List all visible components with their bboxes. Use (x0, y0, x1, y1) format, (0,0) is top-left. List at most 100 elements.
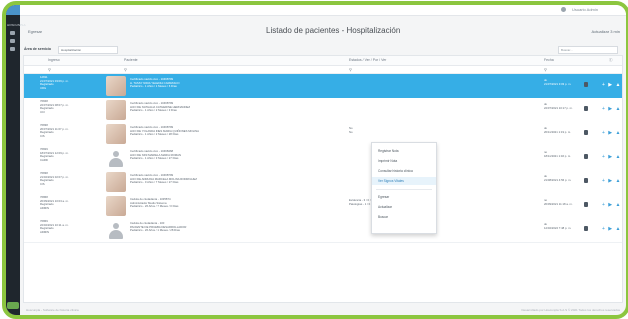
header-fecha[interactable]: Fecha (544, 58, 554, 62)
menu-icon[interactable] (10, 31, 15, 35)
cell-paciente: Cédula de ciudadanía - 1035874 Administra… (130, 197, 270, 209)
document-icon[interactable] (584, 106, 588, 111)
app-window: HOSCUNPLA Usuario Admin Egresar Listado … (2, 1, 628, 319)
filter-paciente-icon[interactable]: ⚲ (124, 67, 127, 72)
cell-ingreso: 76838 20/07/2021 11:07 p. m. Registrado CIS (40, 123, 82, 138)
ingreso-line: ADMIN (40, 205, 50, 210)
sidebar: HOSCUNPLA (6, 5, 26, 315)
context-menu-item[interactable]: Buscar (372, 213, 436, 221)
filter-estados-icon[interactable]: ⚲ (349, 67, 352, 72)
document-icon[interactable] (584, 178, 588, 183)
document-icon[interactable] (584, 202, 588, 207)
area-select[interactable]: Hospitalización (58, 46, 118, 54)
ingreso-line: URG (40, 85, 47, 90)
row-actions[interactable]: + ▶ ▲ (602, 154, 622, 160)
cell-fecha: ok 22/07/2021 10:17 p. m. (544, 102, 573, 110)
document-icon[interactable] (584, 82, 588, 87)
ingreso-line: UCI (40, 109, 45, 114)
paciente-line: Pediatrico - 26 Años / 7 Meses / 0 Días (130, 204, 179, 209)
cell-estados: No No (349, 126, 353, 134)
patient-avatar (106, 148, 126, 168)
cell-paciente: Certificado nacido vivo - 10468799 HIJO D… (130, 125, 270, 137)
folder-icon[interactable] (10, 47, 15, 51)
paciente-line: Pediatrico - 1 Años / 1 Meses / 6 Días (130, 84, 177, 89)
context-menu-item[interactable]: Registrar Nota (372, 147, 436, 155)
header-estados[interactable]: Estados / Ver / Por / Ver (349, 58, 386, 62)
logout-icon[interactable] (7, 302, 19, 309)
avatar-head (113, 151, 119, 157)
patients-icon[interactable] (10, 39, 15, 43)
page-title: Listado de pacientes - Hospitalización (266, 26, 401, 35)
cell-paciente: Certificado nacido vivo - 10468799 H. TAS… (130, 77, 270, 89)
footer-right: Desarrollado por Hoscunpla S.A.S © 2021 … (521, 308, 620, 312)
cell-fecha: ok 21/07/2021 3:03 p. m. (544, 78, 572, 86)
cell-ingreso: 76848 22/07/2021 08:07 p. m. Registrado UCI (40, 99, 82, 114)
context-menu-item[interactable]: Imprimir Nota (372, 157, 436, 165)
context-menu: Registrar Nota Imprimir Nota Consultar his… (371, 142, 437, 234)
avatar-body (109, 158, 123, 167)
patients-table: Ingreso Paciente Estados / Ver / Por / V… (23, 55, 623, 303)
avatar-body (109, 230, 123, 239)
patient-avatar (106, 220, 126, 240)
fecha-line: 21/08/2021 4:56 p. m. (544, 177, 572, 182)
fecha-line: 22/07/2021 10:17 p. m. (544, 105, 573, 110)
table-row[interactable]: 76869 22/02/2021 10:11 a. m. Registrado ADM… (24, 218, 622, 243)
row-actions[interactable]: + ▶ ▲ (602, 106, 622, 112)
document-icon[interactable] (584, 154, 588, 159)
context-menu-item[interactable]: Consultar historia clínica (372, 167, 436, 175)
document-icon[interactable] (584, 130, 588, 135)
fecha-line: 21/07/2021 3:03 p. m. (544, 81, 572, 86)
cell-fecha: no 20/09/2021 11:18 a. m. (544, 198, 573, 206)
ingreso-line: CARD (40, 157, 48, 162)
sidebar-top-bar (6, 5, 20, 15)
user-icon[interactable] (561, 7, 566, 12)
table-row[interactable]: 76829 18/07/2021 12:09 p. m. Registrado CAR… (24, 146, 622, 171)
filter-row: ⚲ ⚲ ⚲ ⚲ (24, 65, 622, 74)
context-menu-item[interactable]: Egresar (372, 193, 436, 201)
patient-avatar (106, 124, 126, 144)
row-actions[interactable]: + ▶ ▲ (602, 82, 622, 88)
document-icon[interactable] (584, 226, 588, 231)
table-row[interactable]: 76868 20/09/2021 10:03 a. m. Registrado ADM… (24, 194, 622, 219)
context-menu-separator (376, 189, 432, 190)
ingreso-line: CIS (40, 133, 45, 138)
user-name[interactable]: Usuario Admin (572, 7, 598, 12)
footer-left: Hoscunpla - Software de historia clínica (26, 308, 79, 312)
search-input[interactable]: Buscar... (558, 46, 618, 54)
table-row[interactable]: 76848 22/07/2021 08:07 p. m. Registrado UCI… (24, 98, 622, 123)
context-menu-item[interactable]: Actualizar (372, 203, 436, 211)
cell-paciente: Certificado nacido vivo - 10468799 HIJO D… (130, 101, 270, 113)
fecha-line: 18/11/2021 1:46 p. m. (544, 153, 572, 158)
context-menu-item[interactable]: Ver Signos Vitales (372, 177, 436, 185)
header-paciente[interactable]: Paciente (124, 58, 138, 62)
row-actions[interactable]: + ▶ ▲ (602, 226, 622, 232)
patient-avatar (106, 172, 126, 192)
paciente-line: Pediatrico - 1 Años / 3 Meses / 27 Días (130, 156, 179, 161)
egresar-button[interactable]: Egresar (28, 29, 42, 34)
footer: Hoscunpla - Software de historia clínica… (20, 305, 626, 315)
filter-ingreso-icon[interactable]: ⚲ (48, 67, 51, 72)
patient-avatar (106, 76, 126, 96)
filter-bar: Área de servicio Hospitalización Buscar.… (20, 45, 626, 54)
fecha-line: 12/02/2022 7:48 p. m. (544, 225, 572, 230)
cell-fecha: ok 20/11/2021 1:19 p. m. (544, 126, 571, 134)
cell-fecha: no 18/11/2021 1:46 p. m. (544, 150, 572, 158)
cell-paciente: Cédula de ciudadanía - 100 PACIENTE DE PR… (130, 221, 270, 233)
refresh-button[interactable]: Actualizar 3 min (592, 29, 620, 34)
toolbar: Egresar Listado de pacientes - Hospitali… (20, 25, 626, 37)
cell-fecha: ok 12/02/2022 7:48 p. m. (544, 222, 572, 230)
cell-ingreso: 76868 20/09/2021 10:03 a. m. Registrado ADM… (40, 195, 82, 210)
row-actions[interactable]: + ▶ ▲ (602, 130, 622, 136)
row-actions[interactable]: + ▶ ▲ (602, 178, 622, 184)
estado-line: No (349, 129, 353, 134)
table-row[interactable]: 76838 21/02/2021 02:07 p. m. Registrado CIS… (24, 170, 622, 195)
paciente-line: Pediatrico - 0 Años / 7 Meses / 27 Días (130, 180, 179, 185)
table-row[interactable]: 12811 21/07/2021 03:06 p. m. Registrado URG… (24, 74, 622, 99)
header-ingreso[interactable]: Ingreso (48, 58, 60, 62)
cell-ingreso: 76838 21/02/2021 02:07 p. m. Registrado CIS (40, 171, 82, 186)
table-row[interactable]: 76838 20/07/2021 11:07 p. m. Registrado CIS… (24, 122, 622, 147)
paciente-line: Pediatrico - 26 Años / 1 Meses / 28 Días (130, 228, 180, 233)
cell-ingreso: 76869 22/02/2021 10:11 a. m. Registrado ADM… (40, 219, 82, 234)
row-actions[interactable]: + ▶ ▲ (602, 202, 622, 208)
filter-fecha-icon[interactable]: ⚲ (544, 67, 547, 72)
